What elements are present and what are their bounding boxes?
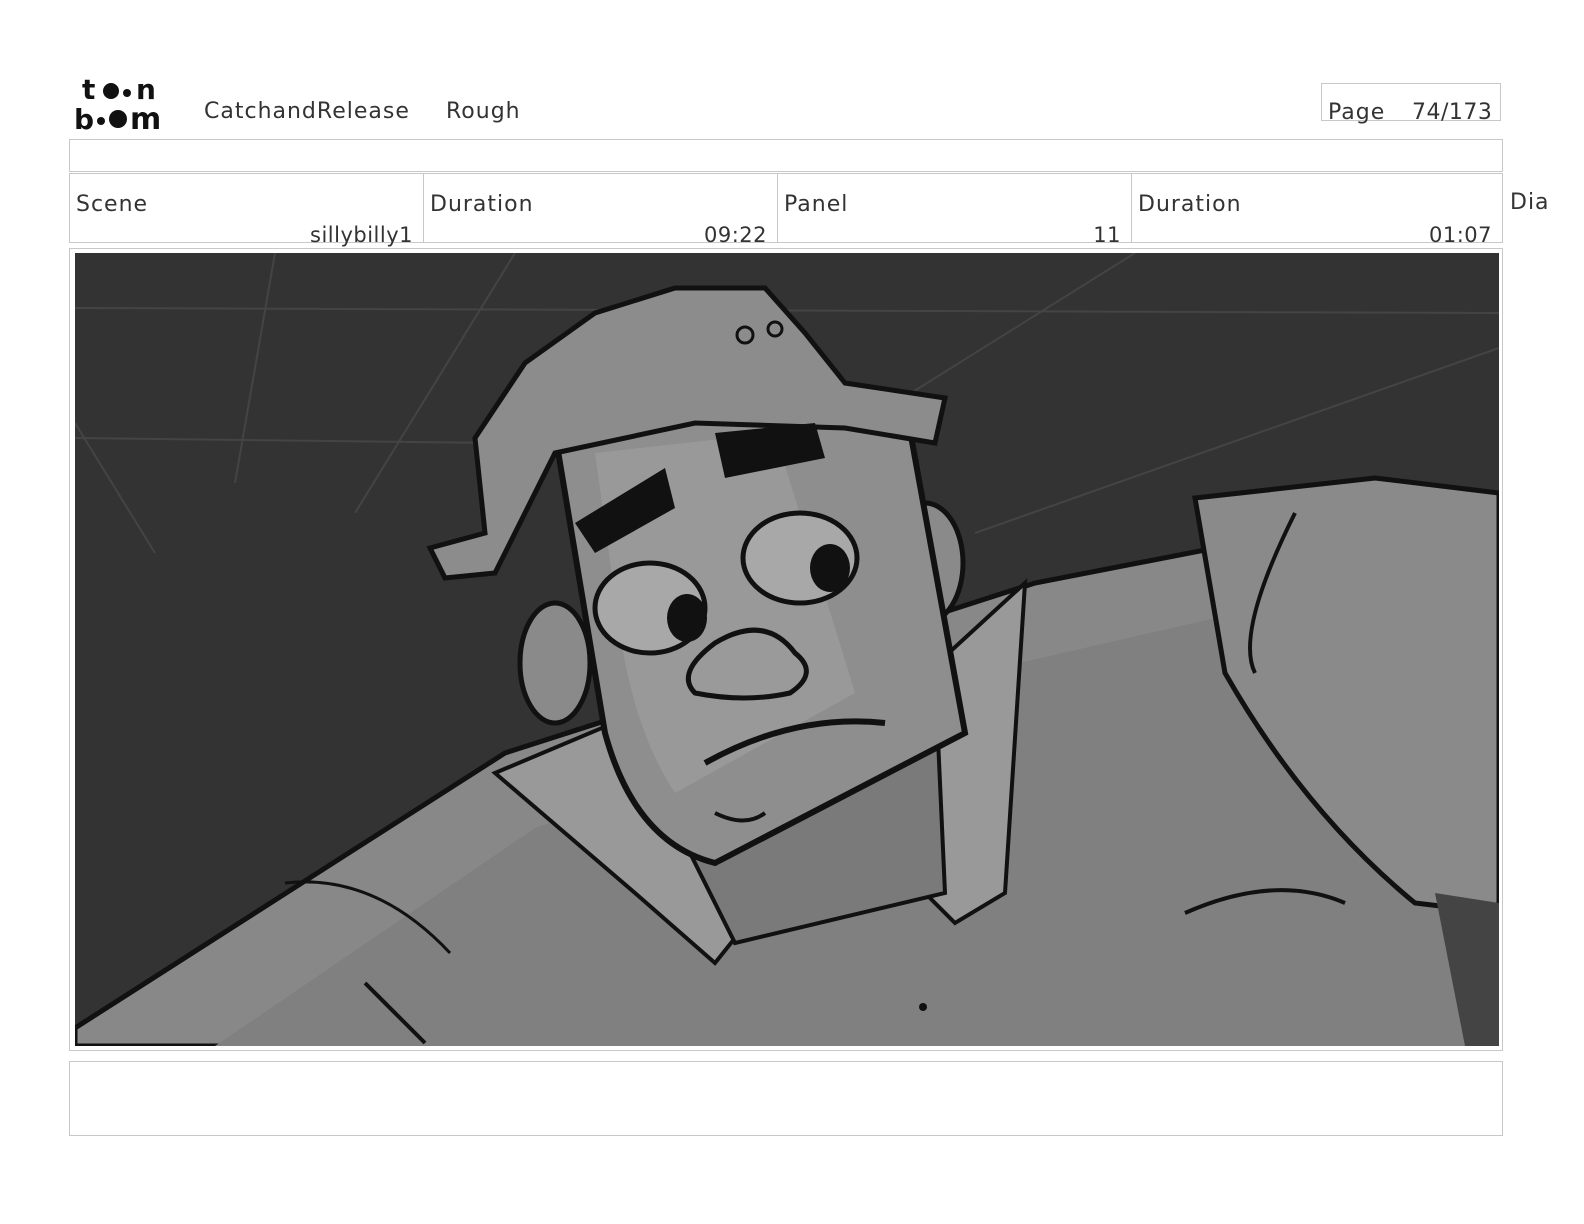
page-number: 74/173 [1412,100,1493,125]
panel-label: Panel [784,192,849,217]
panel-value: 11 [1093,223,1121,247]
scene-duration-cell: Duration 09:22 [424,174,778,247]
svg-text:m: m [130,102,161,132]
panel-cell: Panel 11 [778,174,1132,247]
page-indicator: Page 74/173 [1321,83,1501,125]
header-blank-bar [69,139,1503,172]
project-name: CatchandRelease [204,99,410,124]
scene-value: sillybilly1 [310,223,413,247]
svg-text:b: b [74,103,94,132]
scene-duration-label: Duration [430,192,534,217]
scene-duration-value: 09:22 [703,223,767,247]
scene-label: Scene [76,192,149,217]
panel-duration-value: 01:07 [1428,223,1492,247]
scene-cell: Scene sillybilly1 [70,174,424,247]
panel-notes-box [69,1061,1503,1136]
stage-label: Rough [446,99,521,124]
toonboom-logo: t n b m [74,73,161,132]
svg-text:t: t [82,73,95,106]
panel-duration-cell: Duration 01:07 [1132,174,1502,247]
page-label: Page [1328,100,1386,125]
panel-info-bar: Scene sillybilly1 Duration 09:22 Panel 1… [69,173,1503,247]
storyboard-panel-image [75,253,1499,1046]
panel-duration-label: Duration [1138,192,1242,217]
dialogue-label: Dia [1510,190,1550,215]
